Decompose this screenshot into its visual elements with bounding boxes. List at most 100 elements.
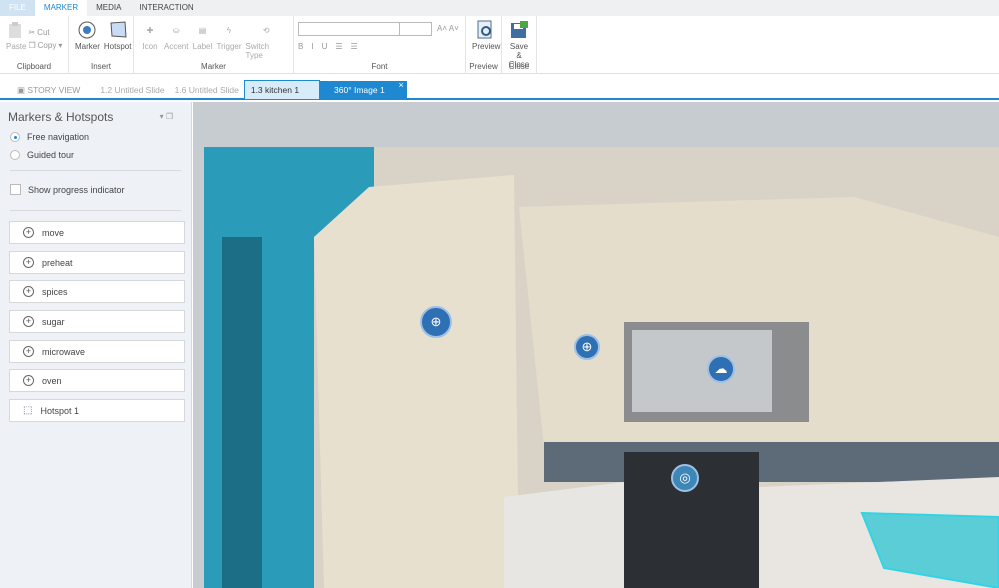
slide-tab-kitchen[interactable]: 1.3 kitchen 1 xyxy=(243,80,321,100)
label-label: Label xyxy=(192,42,213,51)
cut-button[interactable]: ✂ Cut xyxy=(28,26,62,39)
preview-button[interactable]: Preview xyxy=(472,20,500,51)
item-label: microwave xyxy=(42,346,86,357)
accent-button[interactable]: ⛀ Accent xyxy=(164,20,189,52)
trigger-label: Trigger xyxy=(216,42,242,51)
list-item[interactable]: ⬚ Hotspot 1 xyxy=(9,399,185,422)
item-label: Hotspot 1 xyxy=(40,405,79,416)
hotspot-icon xyxy=(108,20,128,40)
guided-tour-radio[interactable]: Guided tour xyxy=(10,150,74,160)
marker-plus-icon: + xyxy=(23,257,34,268)
panel-title: Markers & Hotspots xyxy=(8,110,114,124)
copy-label: Copy xyxy=(37,41,57,50)
marker-plus-icon: + xyxy=(23,346,34,357)
close-group-label: Close xyxy=(508,62,530,71)
target-icon: ◎ xyxy=(679,470,691,485)
divider xyxy=(10,210,181,211)
insert-group-label: Insert xyxy=(90,62,111,71)
copy-icon: ❐ xyxy=(28,41,36,50)
image-stage: ⊕ ⊕ ☁ ◎ xyxy=(193,102,999,588)
markers-panel: Markers & Hotspots ▾ ❐ Free navigation G… xyxy=(0,102,192,588)
slide-tab-360-image[interactable]: 360° Image 1 × xyxy=(320,80,407,99)
slide-tab[interactable]: 1.6 Untitled Slide xyxy=(170,81,244,99)
tab-media[interactable]: MEDIA xyxy=(87,0,130,16)
copy-button[interactable]: ❐ Copy ▾ xyxy=(28,39,62,52)
option-label: Free navigation xyxy=(27,132,90,142)
list-item[interactable]: + sugar xyxy=(9,310,185,333)
switch-type-button[interactable]: ⟲ Switch Type xyxy=(246,20,287,61)
paint-bucket-icon: ⛀ xyxy=(172,25,180,35)
microwave-marker[interactable]: ☁ xyxy=(707,355,735,383)
font-family-select[interactable] xyxy=(298,22,400,36)
tab-interaction[interactable]: INTERACTION xyxy=(130,0,202,16)
preview-magnifier-icon xyxy=(476,20,496,40)
grow-font-icon[interactable]: A˄ A˅ xyxy=(437,22,459,35)
zoom-marker-move[interactable]: ⊕ xyxy=(420,306,452,338)
marker-button[interactable]: Marker xyxy=(75,20,100,51)
bullet-list-icon[interactable]: ☰ xyxy=(335,42,342,51)
icon-label: Icon xyxy=(142,42,158,51)
radio-icon xyxy=(10,132,20,142)
tab-file[interactable]: FILE xyxy=(0,0,35,16)
marker-plus-icon: + xyxy=(23,227,34,238)
item-label: spices xyxy=(42,286,68,297)
checkbox-icon xyxy=(10,184,21,195)
ribbon: Paste ✂ Cut ❐ Copy ▾ Clipboard Marker Hots… xyxy=(0,16,999,74)
italic-button[interactable]: I xyxy=(311,42,313,51)
item-label: preheat xyxy=(42,257,73,268)
icon-button[interactable]: ✚ Icon xyxy=(140,20,160,52)
marker-group: ✚ Icon ⛀ Accent ▤ Label ϟ Trigger ⟲ Switch Ty… xyxy=(134,16,294,74)
close-tab-icon[interactable]: × xyxy=(398,76,403,94)
numbered-list-icon[interactable]: ☰ xyxy=(351,42,358,51)
progress-indicator-checkbox[interactable]: Show progress indicator xyxy=(10,184,125,195)
slide-tab[interactable]: 1.2 Untitled Slide xyxy=(95,81,169,99)
list-item[interactable]: + microwave xyxy=(9,340,185,363)
option-label: Show progress indicator xyxy=(28,184,125,195)
preview-group-label: Preview xyxy=(469,62,498,71)
marker-label: Marker xyxy=(75,42,100,51)
cut-label: Cut xyxy=(37,28,50,37)
free-navigation-radio[interactable]: Free navigation xyxy=(10,132,89,142)
story-view-tab[interactable]: ▣ STORY VIEW xyxy=(12,81,85,99)
font-group: A˄ A˅ B I U ☰ ☰ Font xyxy=(294,16,466,74)
item-label: move xyxy=(42,227,65,238)
add-marker-icon xyxy=(77,20,97,40)
underline-button[interactable]: U xyxy=(322,42,328,51)
list-item[interactable]: + preheat xyxy=(9,251,185,274)
marker-group-label: Marker xyxy=(201,62,226,71)
save-icon xyxy=(509,20,529,40)
document-tabs: ▣ STORY VIEW 1.2 Untitled Slide 1.6 Unti… xyxy=(0,80,999,100)
oven-marker[interactable]: ◎ xyxy=(671,464,699,492)
radio-icon xyxy=(10,150,20,160)
accent-label: Accent xyxy=(164,42,189,51)
item-label: sugar xyxy=(42,316,65,327)
paste-button[interactable]: Paste xyxy=(6,20,26,51)
magnifier-plus-icon: ⊕ xyxy=(430,314,442,329)
icon-icon: ✚ xyxy=(146,25,154,35)
kitchen-photo xyxy=(204,147,999,588)
list-item[interactable]: + oven xyxy=(9,369,185,392)
magnifier-plus-icon: ⊕ xyxy=(581,339,593,354)
bold-button[interactable]: B xyxy=(298,42,303,51)
lightning-icon: ϟ xyxy=(226,25,232,35)
font-size-select[interactable] xyxy=(400,22,432,36)
zoom-marker[interactable]: ⊕ xyxy=(574,334,600,360)
switch-type-icon: ⟲ xyxy=(262,25,270,35)
list-item[interactable]: + move xyxy=(9,221,185,244)
paste-label: Paste xyxy=(6,42,27,51)
item-label: oven xyxy=(42,375,62,386)
label-icon: ▤ xyxy=(198,25,207,35)
tab-marker[interactable]: MARKER xyxy=(34,0,88,16)
hotspot-button[interactable]: Hotspot xyxy=(104,20,131,51)
clipboard-group: Paste ✂ Cut ❐ Copy ▾ Clipboard xyxy=(0,16,69,74)
list-item[interactable]: + spices xyxy=(9,280,185,303)
clipboard-group-label: Clipboard xyxy=(16,62,52,71)
menu-tabs: FILE MARKER MEDIA INTERACTION xyxy=(0,0,999,16)
marker-plus-icon: + xyxy=(23,286,34,297)
trigger-button[interactable]: ϟ Trigger xyxy=(216,20,242,52)
scissors-icon: ✂ xyxy=(28,28,36,37)
360-kitchen-image[interactable]: ⊕ ⊕ ☁ ◎ xyxy=(204,147,999,588)
option-label: Guided tour xyxy=(27,150,75,160)
panel-menu-icon[interactable]: ▾ ❐ xyxy=(160,112,173,121)
label-button[interactable]: ▤ Label xyxy=(192,20,213,52)
